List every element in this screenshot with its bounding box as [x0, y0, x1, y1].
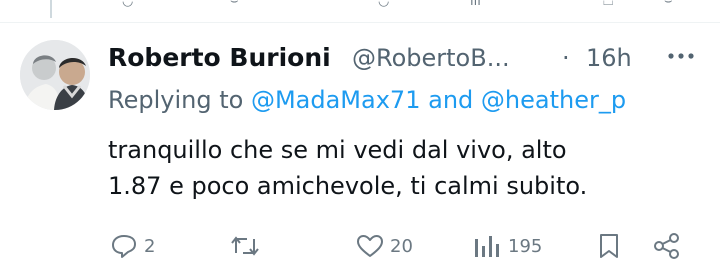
- replying-prefix: Replying to: [108, 86, 244, 114]
- reply-count: 2: [144, 235, 156, 257]
- divider: [0, 22, 720, 23]
- views-icon[interactable]: ılı: [470, 0, 481, 8]
- more-icon[interactable]: [668, 52, 694, 60]
- author-handle[interactable]: @RobertoB...: [352, 38, 510, 78]
- avatar[interactable]: [20, 40, 90, 110]
- retweet-icon[interactable]: ⌣: [230, 0, 239, 8]
- tweet-text-line: 1.87 e poco amichevole, ti calmi subito.: [108, 172, 588, 200]
- bookmark-icon: [600, 234, 618, 258]
- reply-icon: [112, 235, 136, 258]
- bookmark-icon[interactable]: ⌴: [603, 0, 613, 8]
- share-button[interactable]: [652, 231, 682, 261]
- replying-and[interactable]: and: [428, 86, 473, 114]
- reply-button[interactable]: 2: [110, 231, 155, 261]
- like-count: 20: [390, 235, 413, 257]
- author-name[interactable]: Roberto Burioni: [108, 38, 331, 78]
- replying-to: Replying to @MadaMax71 and @heather_p: [108, 82, 626, 118]
- tweet-timestamp[interactable]: 16h: [586, 38, 632, 78]
- reply-icon[interactable]: ◡: [122, 0, 133, 8]
- mention-link[interactable]: @heather_p: [481, 86, 626, 114]
- separator-dot: ·: [562, 44, 570, 72]
- share-icon[interactable]: ⌣: [664, 0, 673, 8]
- tweet-text: tranquillo che se mi vedi dal vivo, alto…: [108, 132, 698, 204]
- mention-link[interactable]: @MadaMax71: [251, 86, 421, 114]
- like-icon[interactable]: ◡: [378, 0, 389, 8]
- retweet-icon: [231, 236, 259, 256]
- tweet-text-line: tranquillo che se mi vedi dal vivo, alto: [108, 136, 567, 164]
- retweet-button[interactable]: [230, 231, 266, 261]
- share-icon: [654, 233, 679, 259]
- views-button[interactable]: 195: [472, 231, 542, 261]
- avatar-image: [20, 40, 90, 110]
- views-count: 195: [508, 235, 543, 257]
- views-icon: [475, 236, 499, 257]
- bookmark-button[interactable]: [596, 231, 622, 261]
- previous-tweet-actions: ◡ ⌣ ◡ ılı ⌴ ⌣: [0, 0, 720, 8]
- like-icon: [357, 235, 383, 257]
- like-button[interactable]: 20: [356, 231, 413, 261]
